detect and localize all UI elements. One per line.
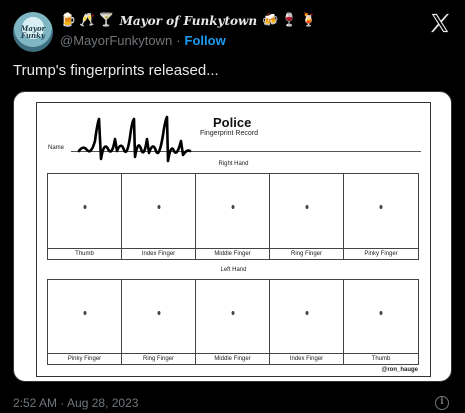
wine-emoji-icon: 🍷 <box>281 13 298 28</box>
finger-label: Ring Finger <box>290 251 322 257</box>
fingerprint-cell: Thumb <box>48 174 122 259</box>
separator-dot: · <box>176 33 181 48</box>
fingerprint-box <box>122 174 195 249</box>
name-label: Name <box>48 145 65 151</box>
left-hand-label: Left Hand <box>220 267 247 273</box>
fingerprint-cell: Pinky Finger <box>344 174 418 259</box>
beer-emoji-icon: 🍺 <box>60 13 77 28</box>
beers-emoji-icon: 🍻 <box>262 13 279 28</box>
fingerprint-box <box>344 174 418 249</box>
cheers-emoji-icon: 🥂 <box>79 13 96 28</box>
fingerprint-box <box>270 174 343 249</box>
fingerprint-cell: Index Finger <box>270 280 344 364</box>
right-hand-grid: Thumb Index Finger Middle Finger Ring Fi… <box>47 173 419 260</box>
fingerprint-cell: Middle Finger <box>196 280 270 364</box>
finger-label: Pinky Finger <box>364 251 398 257</box>
follow-button[interactable]: Follow <box>185 33 226 48</box>
fingerprint-cell: Ring Finger <box>122 280 196 364</box>
fingerprint-box <box>48 174 121 249</box>
record-subtitle: Fingerprint Record <box>200 130 258 137</box>
fingerprint-mark <box>379 310 383 315</box>
fingerprint-box <box>344 280 418 354</box>
fingerprint-cell: Middle Finger <box>196 174 270 259</box>
finger-label: Index Finger <box>141 251 176 257</box>
image-credit: @ron_hauge <box>381 367 418 373</box>
finger-label: Middle Finger <box>214 251 251 257</box>
fingerprint-mark <box>83 205 86 210</box>
fingerprint-cell: Pinky Finger <box>48 280 122 364</box>
finger-label: Thumb <box>75 251 94 257</box>
tweet-image[interactable]: Police Fingerprint Record Name Right Han… <box>13 91 452 382</box>
handle-row: @MayorFunkytown · Follow <box>60 33 226 48</box>
tweet-card: Mayor Funky 🍺 🥂 🍸 Mayor of Funkytown 🍻 🍷… <box>0 0 465 413</box>
right-hand-label: Right Hand <box>218 161 249 167</box>
info-icon[interactable]: i <box>435 396 449 410</box>
avatar[interactable]: Mayor Funky <box>13 12 53 52</box>
fingerprint-mark <box>157 310 160 315</box>
fingerprint-mark <box>231 310 234 315</box>
fingerprint-mark <box>83 310 86 315</box>
fingerprint-mark <box>379 205 383 210</box>
fingerprint-mark <box>305 310 308 315</box>
finger-label: Middle Finger <box>214 356 251 362</box>
left-hand-grid: Pinky Finger Ring Finger Middle Finger I… <box>47 279 419 365</box>
x-logo-icon[interactable] <box>429 12 451 34</box>
tweet-text: Trump's fingerprints released... <box>13 62 219 79</box>
fingerprint-cell: Thumb <box>344 280 418 364</box>
author-display-name[interactable]: Mayor of Funkytown <box>120 14 258 28</box>
fingerprint-cell: Index Finger <box>122 174 196 259</box>
fingerprint-box <box>122 280 195 354</box>
fingerprint-record-card: Police Fingerprint Record Name Right Han… <box>36 102 431 377</box>
fingerprint-mark <box>157 205 160 210</box>
avatar-text: Mayor Funky <box>20 24 46 40</box>
author-handle[interactable]: @MayorFunkytown <box>60 33 172 48</box>
fingerprint-mark <box>305 205 308 210</box>
fingerprint-box <box>196 174 269 249</box>
fingerprint-cell: Ring Finger <box>270 174 344 259</box>
finger-label: Pinky Finger <box>67 356 102 362</box>
cocktail-emoji-icon: 🍸 <box>98 13 115 28</box>
tweet-timestamp[interactable]: 2:52 AM · Aug 28, 2023 <box>13 396 138 410</box>
fingerprint-box <box>48 280 121 354</box>
finger-label: Ring Finger <box>142 356 174 362</box>
tropical-drink-emoji-icon: 🍹 <box>300 13 317 28</box>
fingerprint-mark <box>231 205 234 210</box>
finger-label: Index Finger <box>289 356 324 362</box>
finger-label: Thumb <box>371 356 391 362</box>
fingerprint-box <box>270 280 343 354</box>
fingerprint-box <box>196 280 269 354</box>
signature-scribble <box>77 115 192 163</box>
record-title: Police <box>213 115 252 130</box>
author-name-row[interactable]: 🍺 🥂 🍸 Mayor of Funkytown 🍻 🍷 🍹 <box>60 12 317 30</box>
